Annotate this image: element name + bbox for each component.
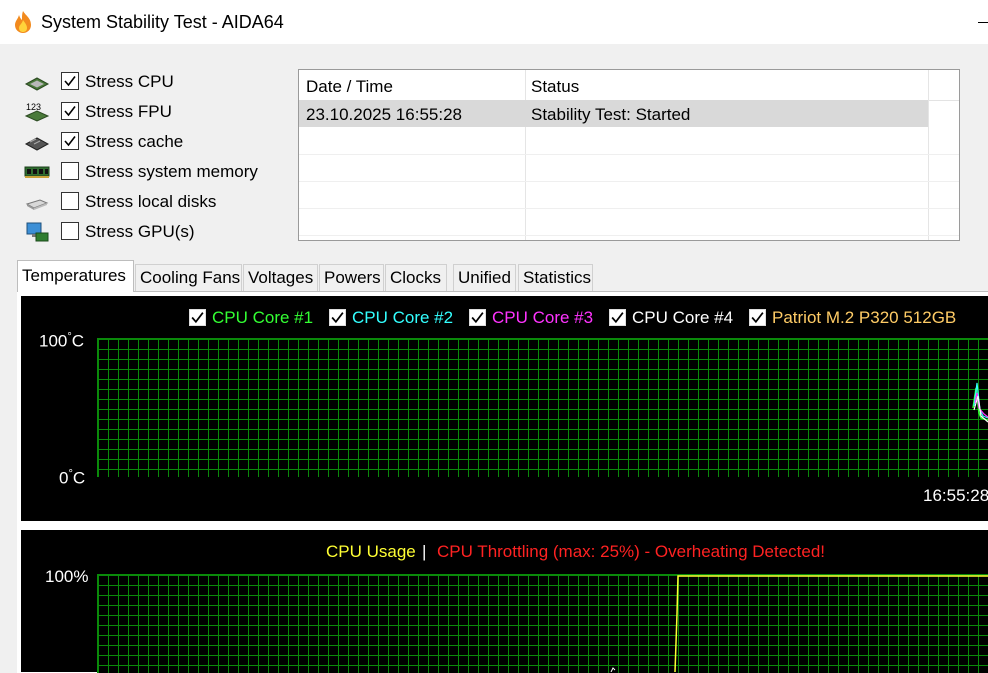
stress-cpu-label: Stress CPU [85, 72, 174, 91]
graph-tabs: Temperatures Cooling Fans Voltages Power… [17, 260, 988, 292]
usage-lines [610, 575, 988, 672]
stress-disks-checkbox[interactable] [61, 192, 79, 210]
option-stress-cache[interactable]: Stress cache [24, 129, 284, 155]
temperature-lines [972, 382, 988, 423]
log-row-datetime: 23.10.2025 16:55:28 [306, 105, 462, 124]
option-stress-gpu[interactable]: Stress GPU(s) [24, 219, 284, 245]
title-separator: | [422, 542, 427, 561]
time-label: 16:55:28 [923, 486, 988, 505]
cache-icon [24, 137, 50, 151]
row-divider [299, 208, 959, 209]
title-bar: System Stability Test - AIDA64 [0, 0, 988, 44]
stress-fpu-checkbox[interactable] [61, 102, 79, 120]
temperature-graph: CPU Core #1 CPU Core #2 CPU Core #3 CPU … [21, 296, 988, 521]
tab-powers[interactable]: Powers [319, 264, 384, 291]
legend-checkbox[interactable] [469, 309, 486, 326]
stress-memory-checkbox[interactable] [61, 162, 79, 180]
cpu-usage-graph: CPU Usage | CPU Throttling (max: 25%) - … [21, 530, 988, 673]
tab-statistics[interactable]: Statistics [518, 264, 593, 291]
usage-y-axis-max-label: 100% [45, 567, 89, 586]
stress-memory-label: Stress system memory [85, 162, 258, 181]
stress-fpu-label: Stress FPU [85, 102, 172, 121]
tab-cooling-fans[interactable]: Cooling Fans [135, 264, 242, 291]
cpu-icon [24, 77, 50, 91]
row-divider [299, 235, 959, 236]
memory-icon [24, 166, 50, 178]
row-divider [299, 154, 959, 155]
log-row[interactable]: 23.10.2025 16:55:28 Stability Test: Star… [299, 100, 928, 127]
stress-gpu-label: Stress GPU(s) [85, 222, 195, 241]
column-header-datetime[interactable]: Date / Time [306, 77, 393, 97]
option-stress-fpu[interactable]: 123 Stress FPU [24, 99, 284, 125]
cpu-usage-title: CPU Usage [326, 542, 416, 561]
disk-icon [25, 199, 49, 210]
legend-checkbox[interactable] [749, 309, 766, 326]
svg-text:123: 123 [26, 102, 41, 112]
tab-voltages[interactable]: Voltages [243, 264, 318, 291]
legend-label: CPU Core #3 [492, 308, 594, 327]
row-divider [299, 181, 959, 182]
stress-disks-label: Stress local disks [85, 192, 217, 211]
stress-cache-checkbox[interactable] [61, 132, 79, 150]
log-header: Date / Time Status [299, 70, 959, 101]
fpu-icon: 123 [24, 102, 50, 122]
column-header-status[interactable]: Status [531, 77, 579, 97]
legend-label: CPU Core #2 [352, 308, 454, 327]
legend-label: CPU Core #4 [632, 308, 734, 327]
window-title: System Stability Test - AIDA64 [41, 12, 284, 32]
stress-cache-label: Stress cache [85, 132, 184, 151]
legend-checkbox[interactable] [609, 309, 626, 326]
legend-checkbox[interactable] [329, 309, 346, 326]
stress-gpu-checkbox[interactable] [61, 222, 79, 240]
column-divider [928, 70, 929, 240]
legend-checkbox[interactable] [189, 309, 206, 326]
series-cpu-usage [674, 575, 988, 672]
minimize-button[interactable] [978, 22, 988, 23]
status-log-list[interactable]: Date / Time Status 23.10.2025 16:55:28 S… [298, 69, 960, 241]
legend-label: Patriot M.2 P320 512GB [772, 308, 957, 327]
tab-unified[interactable]: Unified [453, 264, 516, 291]
y-axis-min-label: 0°C [59, 468, 86, 488]
column-divider [525, 70, 526, 240]
legend-label: CPU Core #1 [212, 308, 314, 327]
stress-cpu-checkbox[interactable] [61, 72, 79, 90]
gpu-icon [26, 222, 49, 242]
option-stress-memory[interactable]: Stress system memory [24, 159, 284, 185]
option-stress-disks[interactable]: Stress local disks [24, 189, 284, 215]
log-row-status: Stability Test: Started [531, 105, 691, 124]
y-axis-max-label: 100°C [39, 331, 85, 351]
tab-clocks[interactable]: Clocks [385, 264, 447, 291]
tab-temperatures[interactable]: Temperatures [17, 260, 134, 292]
usage-tick [610, 667, 616, 672]
option-stress-cpu[interactable]: Stress CPU [24, 69, 284, 95]
cpu-throttling-title: CPU Throttling (max: 25%) - Overheating … [437, 542, 826, 561]
aida64-flame-icon [15, 11, 31, 33]
